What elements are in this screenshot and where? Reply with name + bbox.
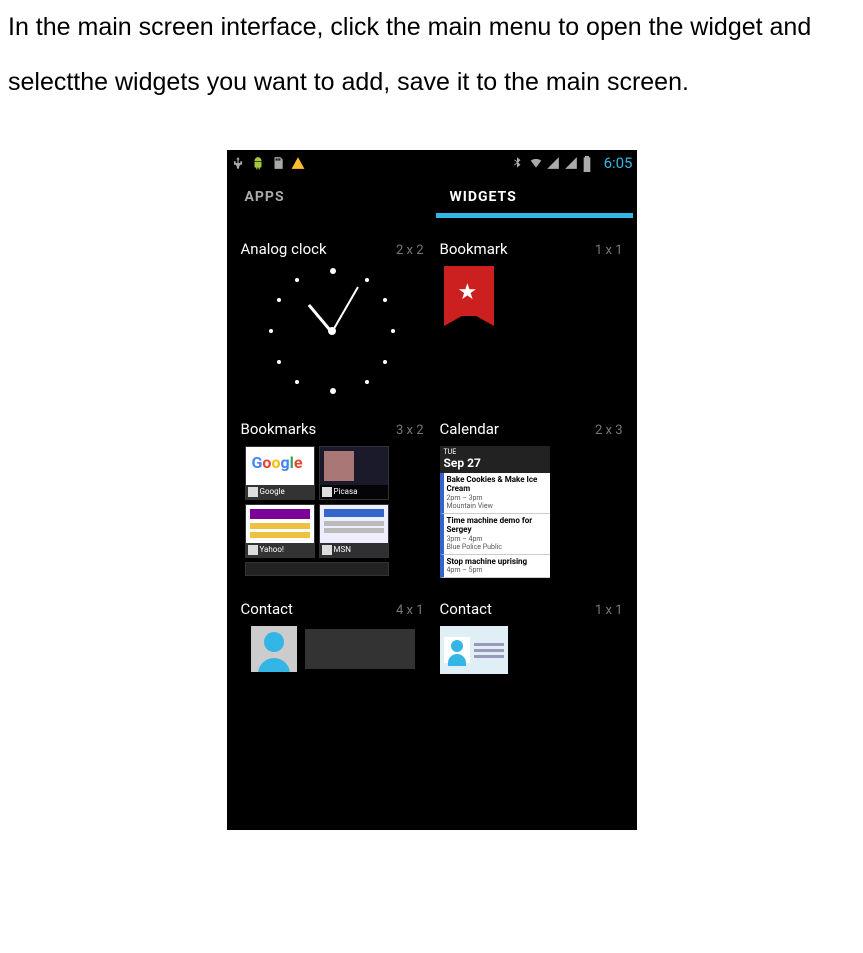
tile-label: Google — [246, 485, 314, 499]
phone-screen: 6:05 APPS WIDGETS Analog clock 2 x 2 — [227, 150, 637, 830]
signal1-icon — [546, 156, 560, 170]
tile-label: Yahoo! — [246, 543, 314, 557]
widget-title: Contact — [440, 600, 492, 618]
widget-bookmarks[interactable]: Bookmarks 3 x 2 Google Google Picasa — [233, 410, 432, 590]
widget-title: Bookmarks — [241, 420, 317, 438]
analog-clock-icon — [267, 266, 397, 396]
widget-size: 2 x 3 — [595, 423, 623, 438]
tab-widgets-label: WIDGETS — [450, 189, 517, 205]
contact-bar — [305, 629, 415, 669]
event-time: 2pm – 3pm — [447, 494, 547, 502]
event-title: Time machine demo for Sergey — [447, 516, 547, 535]
tab-bar: APPS WIDGETS — [227, 176, 637, 220]
avatar-icon — [251, 626, 297, 672]
bookmark-tile: Picasa — [319, 446, 389, 500]
widget-size: 2 x 2 — [396, 243, 424, 258]
widget-title: Calendar — [440, 420, 500, 438]
widget-bookmark[interactable]: Bookmark 1 x 1 ★ — [432, 230, 631, 410]
sdcard-icon — [271, 156, 285, 170]
bookmark-tile — [245, 562, 389, 576]
status-bar: 6:05 — [227, 150, 637, 176]
calendar-day-label: TUE — [444, 448, 546, 456]
widget-analog-clock[interactable]: Analog clock 2 x 2 — [233, 230, 432, 410]
widget-calendar[interactable]: Calendar 2 x 3 TUE Sep 27 Bake Cookies &… — [432, 410, 631, 590]
widget-title: Contact — [241, 600, 293, 618]
widget-contact-1x1[interactable]: Contact 1 x 1 — [432, 590, 631, 760]
event-location: Blue Police Public — [447, 543, 547, 551]
instruction-text: In the main screen interface, click the … — [0, 0, 863, 110]
contact-preview-icon — [251, 626, 415, 672]
contact-card-icon — [440, 626, 508, 674]
bluetooth-icon — [510, 156, 524, 170]
bookmark-tile: MSN — [319, 504, 389, 558]
calendar-event: Stop machine uprising 4pm – 5pm — [440, 555, 550, 578]
widget-size: 4 x 1 — [396, 603, 424, 618]
warning-icon — [291, 156, 305, 170]
tile-label: MSN — [320, 543, 388, 557]
signal2-icon — [564, 156, 578, 170]
usb-icon — [231, 156, 245, 170]
tab-active-underline — [436, 213, 633, 218]
calendar-event: Time machine demo for Sergey 3pm – 4pm B… — [440, 514, 550, 555]
widget-size: 1 x 1 — [595, 243, 623, 258]
event-time: 4pm – 5pm — [447, 566, 547, 574]
tab-widgets[interactable]: WIDGETS — [432, 176, 637, 220]
event-title: Bake Cookies & Make Ice Cream — [447, 475, 547, 494]
widget-title: Bookmark — [440, 240, 508, 258]
star-icon: ★ — [458, 280, 478, 305]
widget-size: 3 x 2 — [396, 423, 424, 438]
tab-apps[interactable]: APPS — [227, 176, 432, 220]
screenshot-container: 6:05 APPS WIDGETS Analog clock 2 x 2 — [0, 150, 863, 850]
tile-label: Picasa — [320, 485, 388, 499]
calendar-event: Bake Cookies & Make Ice Cream 2pm – 3pm … — [440, 473, 550, 514]
widget-grid: Analog clock 2 x 2 Bookmark — [227, 220, 637, 760]
tab-apps-label: APPS — [245, 189, 285, 205]
bookmark-icon: ★ — [444, 266, 494, 326]
calendar-date: Sep 27 — [444, 456, 546, 470]
widget-contact-4x1[interactable]: Contact 4 x 1 — [233, 590, 432, 760]
event-time: 3pm – 4pm — [447, 535, 547, 543]
calendar-preview-icon: TUE Sep 27 Bake Cookies & Make Ice Cream… — [440, 446, 550, 578]
bookmark-tile: Yahoo! — [245, 504, 315, 558]
event-title: Stop machine uprising — [447, 557, 547, 567]
status-time: 6:05 — [604, 154, 633, 172]
bookmarks-preview-icon: Google Google Picasa Yahoo! — [245, 446, 389, 558]
wifi-icon — [528, 156, 542, 170]
widget-size: 1 x 1 — [595, 603, 623, 618]
event-location: Mountain View — [447, 502, 547, 510]
battery-icon — [582, 156, 596, 170]
bookmark-tile: Google Google — [245, 446, 315, 500]
android-icon — [251, 156, 265, 170]
widget-title: Analog clock — [241, 240, 327, 258]
